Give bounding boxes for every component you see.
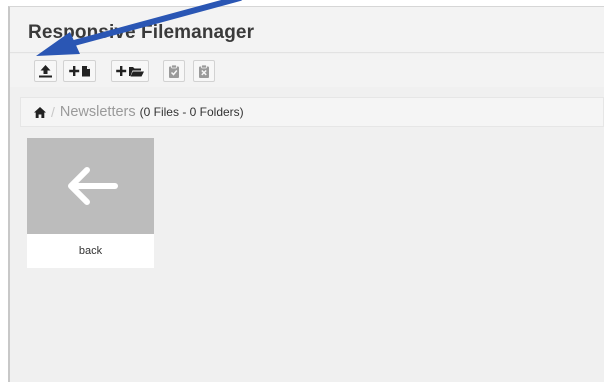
back-item[interactable]: back bbox=[27, 138, 154, 268]
upload-icon bbox=[39, 65, 52, 78]
clipboard-paste-icon bbox=[169, 64, 179, 78]
back-label[interactable]: back bbox=[27, 234, 154, 268]
upload-button[interactable] bbox=[34, 60, 57, 82]
breadcrumb-separator: / bbox=[51, 104, 55, 120]
new-folder-icon bbox=[116, 66, 144, 77]
app-title: Responsive Filemanager bbox=[28, 22, 255, 43]
breadcrumb-item-count: (0 Files - 0 Folders) bbox=[139, 105, 244, 119]
new-folder-button[interactable] bbox=[111, 60, 149, 82]
clear-clipboard-icon bbox=[199, 64, 209, 78]
breadcrumb: / Newsletters (0 Files - 0 Folders) bbox=[20, 97, 604, 127]
new-file-button[interactable] bbox=[63, 60, 96, 82]
new-file-icon bbox=[68, 66, 90, 77]
arrow-left-icon bbox=[67, 167, 118, 205]
file-manager-window: Responsive Filemanager / Newsletters (0 … bbox=[8, 6, 604, 382]
breadcrumb-current-folder: Newsletters bbox=[59, 104, 136, 120]
toolbar bbox=[10, 54, 604, 87]
title-bar: Responsive Filemanager bbox=[10, 7, 604, 53]
clear-clipboard-button[interactable] bbox=[193, 60, 215, 82]
back-thumbnail[interactable] bbox=[27, 138, 154, 234]
paste-button[interactable] bbox=[163, 60, 185, 82]
home-icon[interactable] bbox=[33, 106, 47, 119]
file-grid: back bbox=[10, 129, 604, 382]
